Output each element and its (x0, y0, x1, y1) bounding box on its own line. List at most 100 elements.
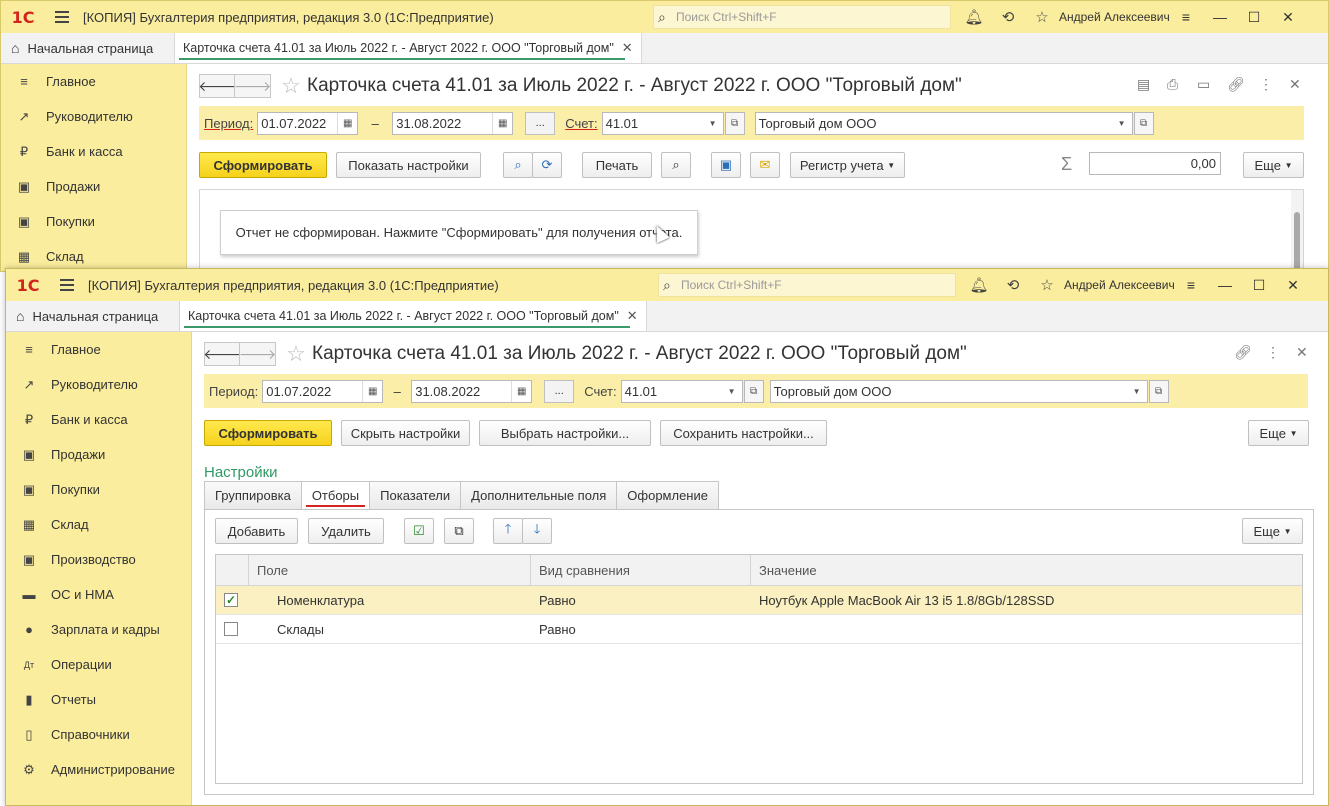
save-settings-button[interactable]: Сохранить настройки... (660, 420, 827, 446)
favorite-star-icon[interactable]: ☆ (280, 341, 312, 367)
close-icon[interactable]: ✕ (1271, 9, 1305, 26)
dropdown-icon[interactable]: ▼ (1127, 381, 1147, 402)
close-icon[interactable]: ✕ (1276, 277, 1310, 294)
tab-close-icon[interactable]: ✕ (622, 40, 633, 56)
more-vertical-icon[interactable]: ⋮ (1266, 344, 1280, 361)
open-organization-button[interactable]: ⧉ (1148, 379, 1169, 403)
tab-home[interactable]: ⌂ Начальная страница (6, 301, 180, 331)
sidebar-item-purchases[interactable]: ▣ Покупки (1, 204, 186, 239)
tab-grouping[interactable]: Группировка (204, 481, 302, 509)
link-icon[interactable]: 🔗︎ (1227, 76, 1245, 93)
generate-button[interactable]: Сформировать (204, 420, 332, 446)
row-value[interactable] (751, 615, 1302, 643)
save-report-icon[interactable]: ▣ (711, 152, 741, 178)
back-button[interactable]: 🡐 (203, 342, 241, 366)
date-from-input[interactable]: 01.07.2022 ▦ (262, 379, 384, 403)
choose-settings-button[interactable]: Выбрать настройки... (479, 420, 651, 446)
sidebar-item-warehouse[interactable]: ▦ Склад (6, 507, 191, 542)
tab-indicators[interactable]: Показатели (369, 481, 462, 509)
tab-appearance[interactable]: Оформление (616, 481, 719, 509)
maximize-icon[interactable]: ☐ (1237, 9, 1271, 26)
email-icon[interactable]: ✉ (750, 152, 780, 178)
tab-filters[interactable]: Отборы (300, 481, 371, 509)
sidebar-item-assets[interactable]: ▬ ОС и НМА (6, 577, 191, 612)
sidebar-item-purchases[interactable]: ▣ Покупки (6, 472, 191, 507)
bell-icon[interactable]: 🔔︎ (957, 8, 991, 26)
minimize-icon[interactable]: — (1208, 277, 1242, 293)
dropdown-icon[interactable]: ▼ (722, 381, 742, 402)
user-name[interactable]: Андрей Алексеевич (1059, 10, 1170, 24)
open-organization-button[interactable]: ⧉ (1133, 111, 1154, 135)
hide-settings-button[interactable]: Скрыть настройки (341, 420, 470, 446)
tab-close-icon[interactable]: ✕ (627, 308, 638, 324)
link-icon[interactable]: 🔗︎ (1234, 344, 1252, 361)
sidebar-item-reports[interactable]: ▮ Отчеты (6, 682, 191, 717)
calendar-icon[interactable]: ▦ (511, 380, 531, 402)
search-input[interactable]: ⌕ Поиск Ctrl+Shift+F (658, 273, 956, 297)
settings-menu-icon[interactable]: ≡ (1169, 9, 1203, 25)
sidebar-item-admin[interactable]: ⚙ Администрирование (6, 752, 191, 787)
more-vertical-icon[interactable]: ⋮ (1259, 76, 1273, 93)
favorites-icon[interactable]: ☆ (1030, 276, 1064, 294)
row-comparison[interactable]: Равно (531, 586, 751, 614)
sidebar-item-salary[interactable]: ● Зарплата и кадры (6, 612, 191, 647)
settings-menu-icon[interactable]: ≡ (1174, 277, 1208, 293)
favorite-star-icon[interactable]: ☆ (275, 73, 307, 99)
more-button[interactable]: Еще ▼ (1243, 152, 1304, 178)
print-icon[interactable]: ⎙ (1167, 76, 1178, 93)
minimize-icon[interactable]: — (1203, 9, 1237, 25)
sidebar-item-catalogs[interactable]: ▯ Справочники (6, 717, 191, 752)
date-from-input[interactable]: 01.07.2022 ▦ (257, 111, 359, 135)
calendar-icon[interactable]: ▦ (337, 112, 357, 134)
sidebar-item-bank[interactable]: ₽ Банк и касса (1, 134, 186, 169)
print-button[interactable]: Печать (582, 152, 652, 178)
sidebar-item-production[interactable]: ▣ Производство (6, 542, 191, 577)
organization-input[interactable]: Торговый дом ООО ▼ (754, 111, 1133, 135)
forward-button[interactable]: 🡒 (234, 74, 271, 98)
date-to-input[interactable]: 31.08.2022 ▦ (411, 379, 533, 403)
find-icon[interactable]: ⌕ (503, 152, 533, 178)
copy-icon[interactable]: ⧉ (444, 518, 474, 544)
row-value[interactable]: Ноутбук Apple MacBook Air 13 i5 1.8/8Gb/… (751, 586, 1302, 614)
account-input[interactable]: 41.01 ▼ (601, 111, 724, 135)
row-checkbox[interactable] (224, 622, 238, 636)
table-row[interactable]: Склады Равно (216, 615, 1302, 644)
user-name[interactable]: Андрей Алексеевич (1064, 278, 1175, 292)
sidebar-item-sales[interactable]: ▣ Продажи (1, 169, 186, 204)
tab-document[interactable]: Карточка счета 41.01 за Июль 2022 г. - А… (180, 301, 647, 331)
close-form-icon[interactable]: ✕ (1289, 76, 1301, 93)
print-preview-icon[interactable]: ⌕ (661, 152, 691, 178)
find-next-icon[interactable]: ⟳ (532, 152, 562, 178)
calendar-icon[interactable]: ▦ (362, 380, 382, 402)
date-to-input[interactable]: 31.08.2022 ▦ (392, 111, 514, 135)
more-button[interactable]: Еще ▼ (1248, 420, 1309, 446)
open-account-button[interactable]: ⧉ (724, 111, 745, 135)
history-icon[interactable]: ⟲ (991, 8, 1025, 26)
filters-more-button[interactable]: Еще ▼ (1242, 518, 1303, 544)
row-comparison[interactable]: Равно (531, 615, 751, 643)
bell-icon[interactable]: 🔔︎ (962, 276, 996, 294)
sidebar-item-manager[interactable]: ↗ Руководителю (6, 367, 191, 402)
dropdown-icon[interactable]: ▼ (703, 113, 723, 134)
account-input[interactable]: 41.01 ▼ (620, 379, 743, 403)
sidebar-item-operations[interactable]: Дт Операции (6, 647, 191, 682)
main-menu-icon[interactable] (45, 1, 79, 33)
main-menu-icon[interactable] (50, 269, 84, 301)
move-down-icon[interactable]: 🡓 (522, 518, 552, 544)
tab-extra-fields[interactable]: Дополнительные поля (460, 481, 618, 509)
open-account-button[interactable]: ⧉ (743, 379, 764, 403)
sidebar-item-manager[interactable]: ↗ Руководителю (1, 99, 186, 134)
sidebar-item-bank[interactable]: ₽ Банк и касса (6, 402, 191, 437)
register-dropdown-button[interactable]: Регистр учета ▼ (790, 152, 905, 178)
calendar-icon[interactable]: ▦ (492, 112, 512, 134)
preview-icon[interactable]: ▭ (1197, 76, 1210, 93)
move-up-icon[interactable]: 🡑 (493, 518, 523, 544)
sidebar-item-main[interactable]: ≡ Главное (6, 332, 191, 367)
table-row[interactable]: ✓ Номенклатура Равно Ноутбук Apple MacBo… (216, 586, 1302, 615)
generate-button[interactable]: Сформировать (199, 152, 327, 178)
save-icon[interactable]: ▤ (1137, 76, 1150, 93)
check-all-icon[interactable]: ☑ (404, 518, 434, 544)
forward-button[interactable]: 🡒 (239, 342, 276, 366)
sidebar-item-main[interactable]: ≡ Главное (1, 64, 186, 99)
history-icon[interactable]: ⟲ (996, 276, 1030, 294)
